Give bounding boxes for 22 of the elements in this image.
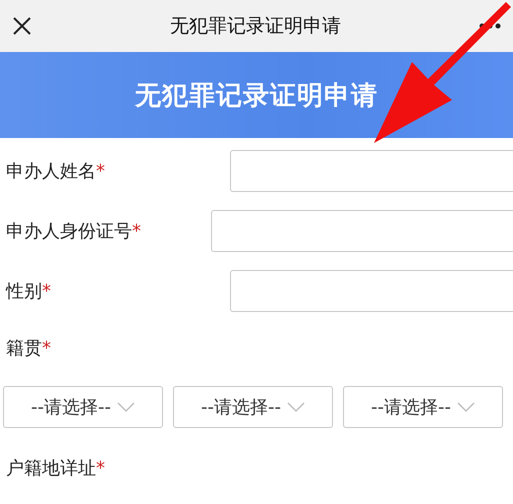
field-label: 申办人姓名 <box>6 161 96 182</box>
input-field[interactable] <box>230 270 513 312</box>
input-field[interactable] <box>230 150 513 192</box>
field-label: 性别 <box>6 281 42 302</box>
required-mark: * <box>96 458 105 479</box>
dropdown[interactable]: --请选择-- <box>173 386 333 428</box>
required-mark: * <box>132 221 141 242</box>
required-mark: * <box>96 161 105 182</box>
dropdown[interactable]: --请选择-- <box>3 386 163 428</box>
window-title: 无犯罪记录证明申请 <box>169 14 342 39</box>
field-label: 籍贯 <box>6 338 42 359</box>
field-label: 户籍地详址 <box>6 458 96 479</box>
close-icon[interactable] <box>12 16 32 36</box>
required-mark: * <box>42 338 51 359</box>
required-mark: * <box>42 281 51 302</box>
dropdown[interactable]: --请选择-- <box>343 386 503 428</box>
chevron-down-icon <box>286 402 305 412</box>
chevron-down-icon <box>456 402 475 412</box>
banner-title: 无犯罪记录证明申请 <box>135 80 378 112</box>
chevron-down-icon <box>116 402 135 412</box>
input-field[interactable] <box>211 210 513 252</box>
field-label: 申办人身份证号 <box>6 221 132 242</box>
